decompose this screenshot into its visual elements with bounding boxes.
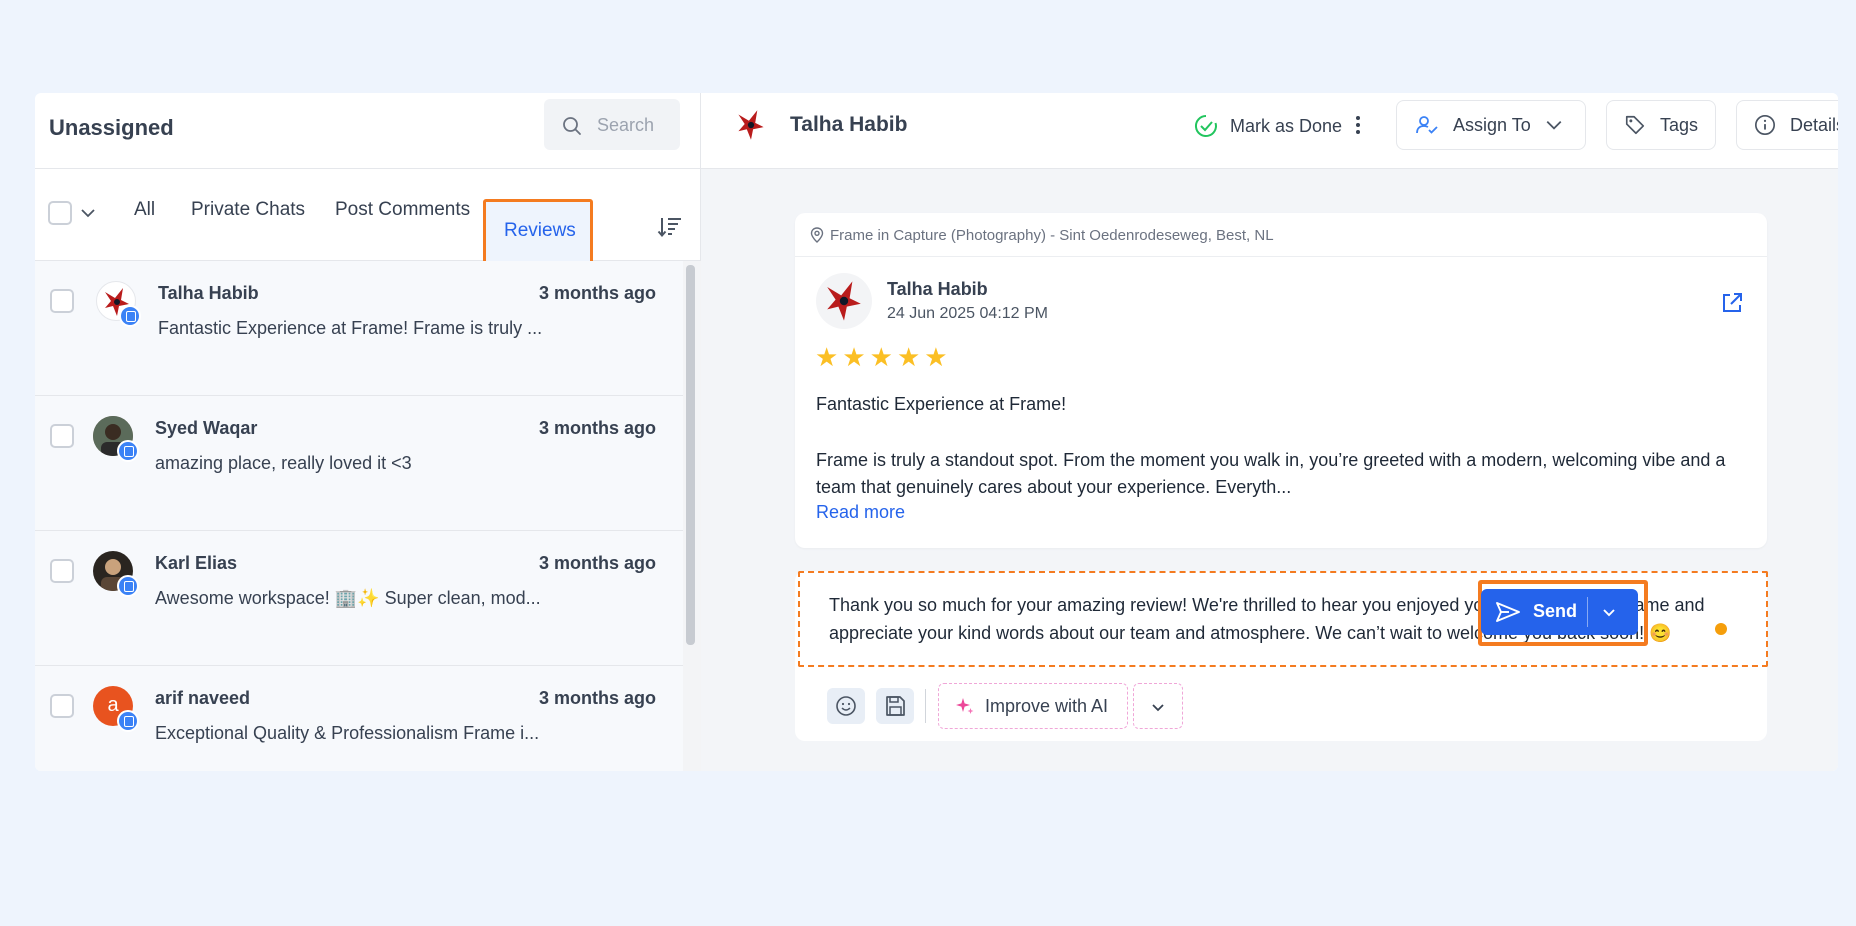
contact-name: Talha Habib [158,283,259,303]
emoji-icon [836,696,856,716]
google-review-badge-icon [117,710,139,732]
contact-name: arif naveed [155,688,251,708]
assign-to-dropdown[interactable]: Assign To [1396,100,1586,150]
status-dot [1715,623,1727,635]
star-rating: ★ ★ ★ ★ ★ [815,344,948,370]
conversation-header: Talha Habib Mark as Done Assign To Tags … [701,93,1838,169]
check-circle-icon [1194,114,1217,137]
sort-icon[interactable] [657,215,683,239]
message-preview: Fantastic Experience at Frame! Frame is … [158,318,543,338]
tags-label: Tags [1660,114,1699,135]
more-options-icon[interactable] [1355,115,1361,135]
contact-name: Karl Elias [155,553,238,573]
assign-user-icon [1416,116,1438,134]
tag-icon [1625,115,1645,135]
message-time: 3 months ago [538,553,656,573]
dragon-icon [816,273,872,329]
row-checkbox[interactable] [50,289,74,313]
tab-private-chats[interactable]: Private Chats [191,199,305,221]
message-time: 3 months ago [538,688,656,708]
tab-reviews-label: Reviews [504,220,576,241]
save-template-button[interactable] [876,688,914,724]
send-icon [1496,602,1520,622]
google-review-badge-icon [117,575,139,597]
search-icon [563,117,581,135]
details-label: Details [1790,114,1838,135]
external-link-icon[interactable] [1720,291,1744,315]
divider [1587,597,1588,627]
list-item[interactable]: Syed Waqar 3 months ago amazing place, r… [35,396,683,531]
chevron-down-icon [1152,704,1164,712]
mark-as-done-button[interactable]: Mark as Done [1194,111,1342,141]
tab-reviews[interactable]: Reviews [483,199,593,265]
filter-tabs: All Private Chats Post Comments [35,169,701,261]
star-icon: ★ [896,342,921,372]
inbox-app: Unassigned Search All Private Chats Post… [35,93,1838,771]
improve-with-ai-button[interactable]: Improve with AI [938,683,1128,729]
list-item[interactable]: Talha Habib 3 months ago Fantastic Exper… [35,261,683,396]
message-preview: Awesome workspace! 🏢✨ Super clean, mod..… [155,588,541,608]
list-title: Unassigned [49,115,174,140]
review-card: Frame in Capture (Photography) - Sint Oe… [795,213,1767,548]
info-icon [1755,115,1775,135]
review-date: 24 Jun 2025 04:12 PM [887,305,1049,322]
tab-post-comments[interactable]: Post Comments [335,199,470,221]
review-title: Fantastic Experience at Frame! [816,394,1067,414]
mark-as-done-label: Mark as Done [1230,115,1343,136]
chevron-down-icon[interactable] [80,205,96,221]
save-icon [886,696,905,716]
sparkle-icon [956,698,974,714]
ai-options-dropdown[interactable] [1133,683,1183,729]
list-item[interactable]: Karl Elias 3 months ago Awesome workspac… [35,531,683,666]
chevron-down-icon[interactable] [1601,604,1617,620]
send-label: Send [1533,601,1578,621]
send-button[interactable]: Send [1481,589,1638,635]
row-checkbox[interactable] [50,694,74,718]
review-location-text: Frame in Capture (Photography) - Sint Oe… [830,226,1274,244]
list-header: Unassigned Search [35,93,701,169]
review-body: Frame is truly a standout spot. From the… [816,450,1726,497]
contact-name: Syed Waqar [155,418,258,438]
star-icon: ★ [842,342,866,372]
chevron-down-icon [1546,120,1562,130]
avatar [816,273,872,329]
conversation-list: Talha Habib 3 months ago Fantastic Exper… [35,261,683,771]
row-checkbox[interactable] [50,559,74,583]
location-pin-icon [810,227,824,243]
star-icon: ★ [924,342,948,372]
search-placeholder: Search [597,115,655,135]
avatar [730,104,772,146]
google-review-badge-icon [119,305,141,327]
dragon-icon [730,104,772,146]
divider [925,689,926,723]
conversation-body: Frame in Capture (Photography) - Sint Oe… [701,169,1838,771]
message-preview: Exceptional Quality & Professionalism Fr… [155,723,540,743]
review-location: Frame in Capture (Photography) - Sint Oe… [810,225,1274,245]
review-author: Talha Habib [887,279,988,299]
divider [795,256,1767,257]
tab-all[interactable]: All [134,199,155,221]
google-review-badge-icon [117,440,139,462]
list-item[interactable]: a arif naveed 3 months ago Exceptional Q… [35,666,683,771]
message-time: 3 months ago [538,283,656,303]
details-button[interactable]: Details [1736,100,1838,150]
emoji-button[interactable] [827,688,865,724]
message-time: 3 months ago [538,418,656,438]
improve-with-ai-label: Improve with AI [985,695,1109,716]
search-input[interactable]: Search [544,99,680,150]
conversation-list-panel: Unassigned Search All Private Chats Post… [35,93,701,771]
scrollbar-thumb[interactable] [686,265,695,645]
star-icon: ★ [815,342,839,372]
star-icon: ★ [869,342,893,372]
assign-to-label: Assign To [1453,114,1531,135]
tags-button[interactable]: Tags [1606,100,1716,150]
row-checkbox[interactable] [50,424,74,448]
select-all-checkbox[interactable] [48,201,72,225]
read-more-link[interactable]: Read more [816,502,905,523]
message-preview: amazing place, really loved it <3 [155,453,412,473]
conversation-panel: Talha Habib Mark as Done Assign To Tags … [701,93,1838,771]
contact-name: Talha Habib [790,113,908,136]
